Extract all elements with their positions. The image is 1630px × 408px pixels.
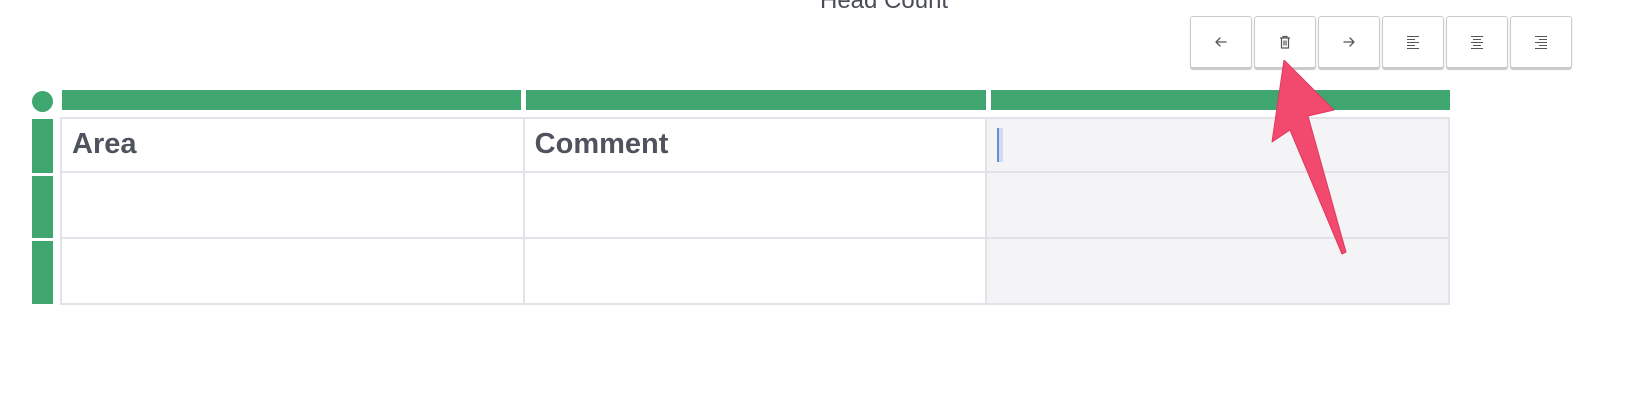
header-cell-area[interactable]: Area [60, 117, 525, 173]
delete-column-button[interactable] [1254, 16, 1316, 68]
table-cell[interactable] [60, 236, 525, 306]
table-header-row: Area Comment [60, 117, 1450, 173]
arrow-right-icon [1343, 37, 1355, 47]
text-caret [997, 128, 1004, 163]
align-left-button[interactable] [1382, 16, 1444, 68]
table-cell[interactable] [985, 170, 1450, 239]
table-row [60, 236, 1450, 306]
column-handle-1[interactable] [62, 90, 521, 110]
arrow-left-icon [1215, 37, 1227, 47]
table-cell[interactable] [60, 170, 525, 239]
align-left-icon [1407, 35, 1419, 50]
trash-icon [1280, 35, 1290, 49]
select-all-handle[interactable] [32, 91, 53, 112]
data-table: Area Comment [60, 117, 1450, 306]
align-right-button[interactable] [1510, 16, 1572, 68]
table-cell[interactable] [522, 170, 988, 239]
page-heading: Head Count [820, 0, 949, 14]
header-cell-3[interactable] [985, 117, 1450, 173]
row-handle-2[interactable] [32, 176, 53, 238]
align-right-icon [1535, 35, 1547, 50]
move-column-left-button[interactable] [1190, 16, 1252, 68]
table-cell[interactable] [985, 236, 1450, 306]
align-center-button[interactable] [1446, 16, 1508, 68]
row-handle-1[interactable] [32, 119, 53, 173]
table-row [60, 170, 1450, 239]
header-cell-comment[interactable]: Comment [522, 117, 988, 173]
column-handle-3[interactable] [991, 90, 1450, 110]
row-handle-3[interactable] [32, 241, 53, 304]
table-cell[interactable] [522, 236, 988, 306]
align-center-icon [1471, 35, 1483, 50]
move-column-right-button[interactable] [1318, 16, 1380, 68]
column-handle-2[interactable] [526, 90, 986, 110]
